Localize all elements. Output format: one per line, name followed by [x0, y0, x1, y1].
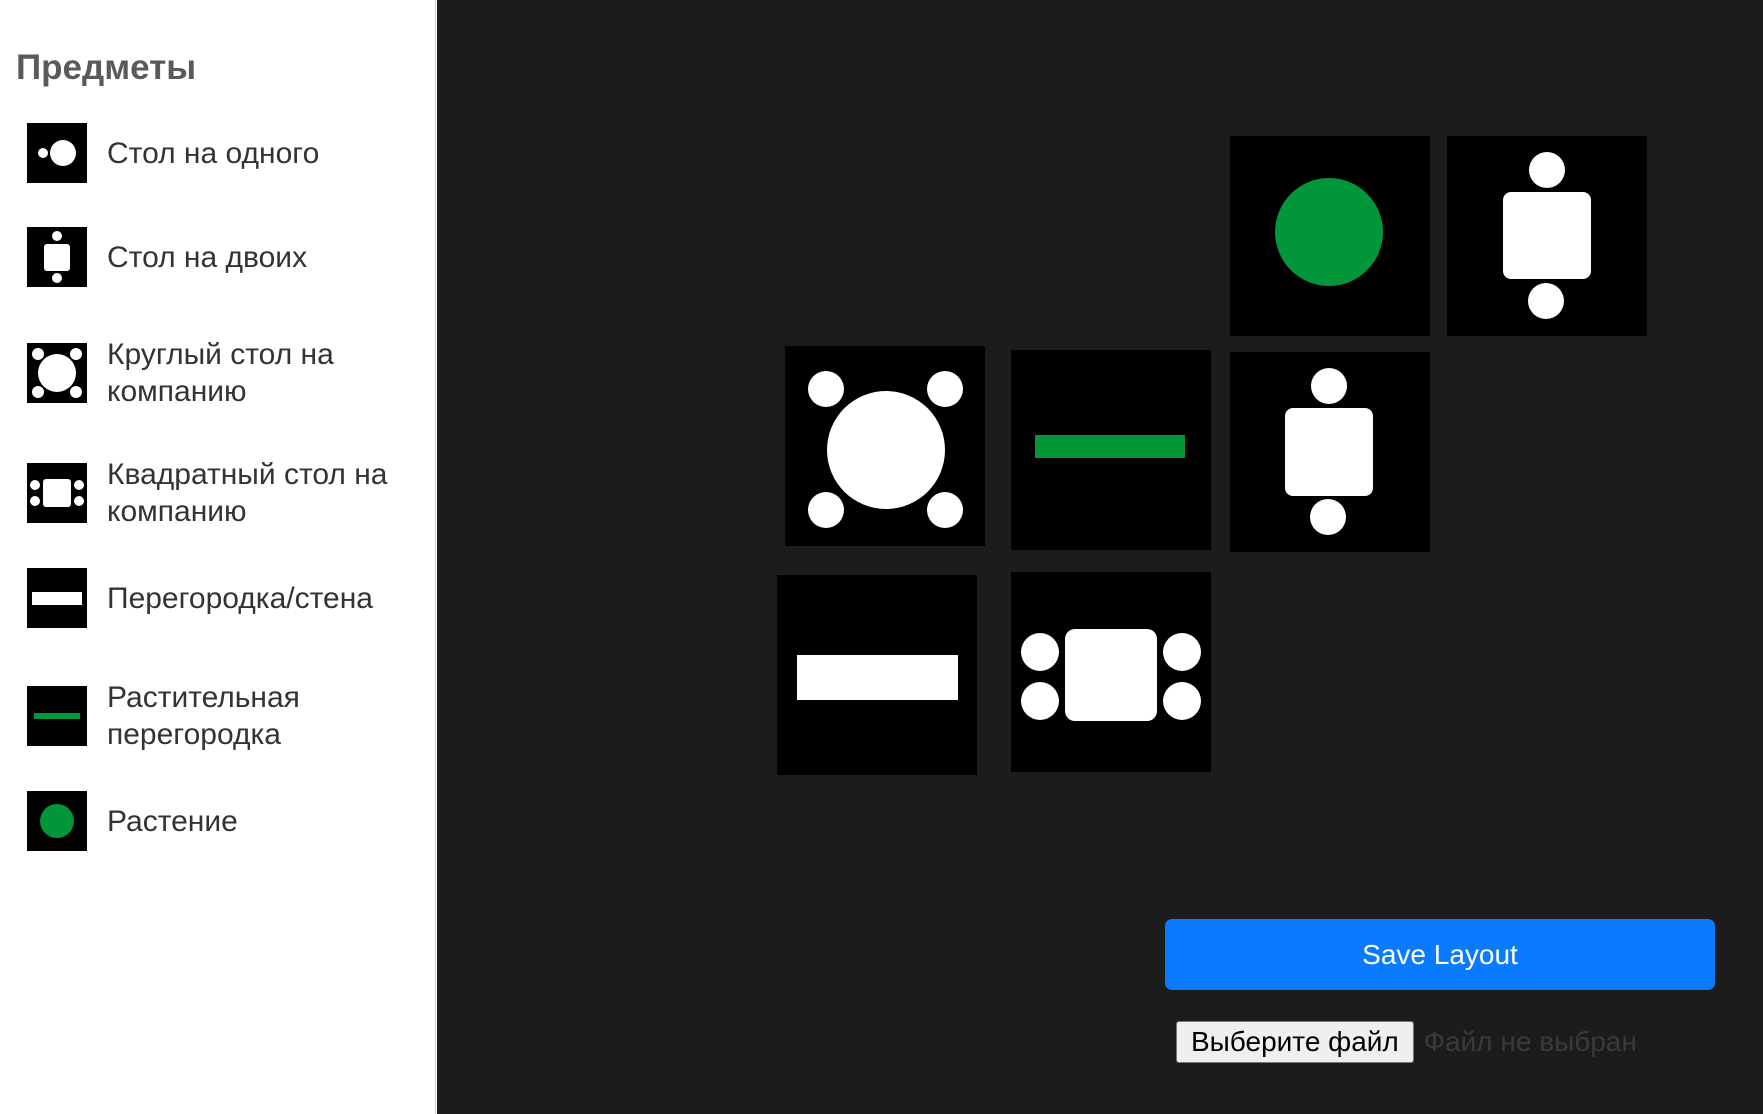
sidebar-item-label: Растение [107, 804, 238, 838]
file-input: Выберите файл Файл не выбран [1176, 1021, 1637, 1063]
two-person-table-icon [27, 227, 87, 287]
sidebar-item-label: Стол на двоих [107, 240, 308, 274]
items-sidebar: Предметы Стол на одного Стол на двоих Кр… [0, 0, 436, 1114]
sidebar-item-plant[interactable]: Растение [27, 791, 427, 851]
plant-icon [1275, 178, 1383, 286]
sidebar-item-label: Квадратный стол на компанию [107, 458, 388, 528]
placed-two-person-table[interactable] [1447, 136, 1647, 336]
save-layout-button[interactable]: Save Layout [1165, 919, 1715, 990]
placed-plant-partition[interactable] [1011, 350, 1211, 550]
sidebar-item-square-group-table[interactable]: Квадратный стол на компанию [27, 456, 427, 530]
placed-wall-partition[interactable] [777, 575, 977, 775]
square-group-table-icon [1021, 629, 1201, 721]
sidebar-item-label: Стол на одного [107, 136, 320, 170]
two-person-table-icon [1285, 368, 1373, 535]
plant-partition-icon [1035, 435, 1185, 458]
placed-round-group-table[interactable] [785, 346, 985, 546]
two-person-table-icon [1503, 152, 1591, 319]
wall-partition-icon [27, 568, 87, 628]
placed-two-person-table[interactable] [1230, 352, 1430, 552]
sidebar-item-two-person-table[interactable]: Стол на двоих [27, 227, 427, 287]
sidebar-item-wall-partition[interactable]: Перегородка/стена [27, 568, 427, 628]
sidebar-title: Предметы [16, 48, 197, 87]
placed-square-group-table[interactable] [1011, 572, 1211, 772]
sidebar-item-single-table[interactable]: Стол на одного [27, 123, 427, 183]
plant-partition-icon [27, 686, 87, 746]
round-group-table-icon [808, 371, 963, 528]
wall-partition-icon [797, 655, 958, 700]
sidebar-item-label: Растительная перегородка [107, 681, 300, 751]
plant-icon [27, 791, 87, 851]
choose-file-button[interactable]: Выберите файл [1176, 1021, 1414, 1063]
single-table-icon [27, 123, 87, 183]
sidebar-item-round-group-table[interactable]: Круглый стол на компанию [27, 336, 427, 410]
file-status-text: Файл не выбран [1423, 1026, 1637, 1057]
sidebar-item-label: Перегородка/стена [107, 581, 373, 615]
square-group-table-icon [27, 463, 87, 523]
layout-editor: Предметы Стол на одного Стол на двоих Кр… [0, 0, 1763, 1114]
placed-plant[interactable] [1230, 136, 1430, 336]
sidebar-item-plant-partition[interactable]: Растительная перегородка [27, 679, 427, 753]
round-group-table-icon [27, 343, 87, 403]
sidebar-item-label: Круглый стол на компанию [107, 338, 334, 408]
